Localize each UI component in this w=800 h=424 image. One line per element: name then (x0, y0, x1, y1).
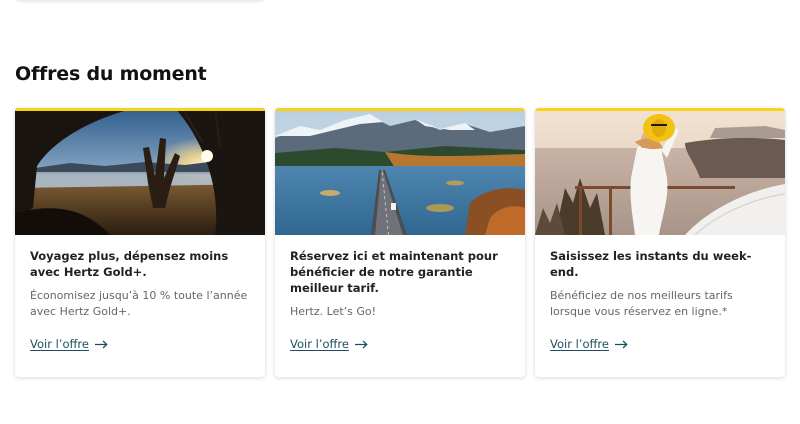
offer-title: Saisissez les instants du week-end. (550, 249, 752, 279)
offer-description: Économisez jusqu’à 10 % toute l’année av… (30, 289, 248, 318)
offer-card-body: Réservez ici et maintenant pour bénéfici… (290, 248, 512, 320)
offer-description: Bénéficiez de nos meilleurs tarifs lorsq… (550, 289, 733, 318)
offer-image-woman-yellow-hat (535, 108, 785, 235)
arrow-right-icon (354, 340, 368, 348)
arrow-right-icon (94, 340, 108, 348)
offer-card-body: Voyagez plus, dépensez moins avec Hertz … (30, 248, 252, 320)
view-offer-link[interactable]: Voir l’offre (30, 337, 108, 351)
arrow-right-icon (614, 340, 628, 348)
offer-description: Hertz. Let’s Go! (290, 305, 377, 318)
offer-title: Réservez ici et maintenant pour bénéfici… (290, 249, 498, 295)
card-accent-bar (535, 108, 785, 111)
offers-grid: Voyagez plus, dépensez moins avec Hertz … (15, 108, 785, 378)
offer-title: Voyagez plus, dépensez moins avec Hertz … (30, 249, 229, 279)
view-offer-label: Voir l’offre (290, 337, 349, 351)
offer-image-sunset-car (15, 108, 265, 235)
card-accent-bar (275, 108, 525, 111)
offer-card: Voyagez plus, dépensez moins avec Hertz … (15, 108, 265, 377)
view-offer-label: Voir l’offre (550, 337, 609, 351)
offer-card: Saisissez les instants du week-end. Béné… (535, 108, 785, 377)
section-title: Offres du moment (15, 63, 207, 85)
offer-card-body: Saisissez les instants du week-end. Béné… (550, 248, 772, 320)
card-accent-bar (15, 108, 265, 111)
view-offer-link[interactable]: Voir l’offre (290, 337, 368, 351)
view-offer-link[interactable]: Voir l’offre (550, 337, 628, 351)
offer-image-lake-bridge (275, 108, 525, 235)
offer-card: Réservez ici et maintenant pour bénéfici… (275, 108, 525, 377)
view-offer-label: Voir l’offre (30, 337, 89, 351)
